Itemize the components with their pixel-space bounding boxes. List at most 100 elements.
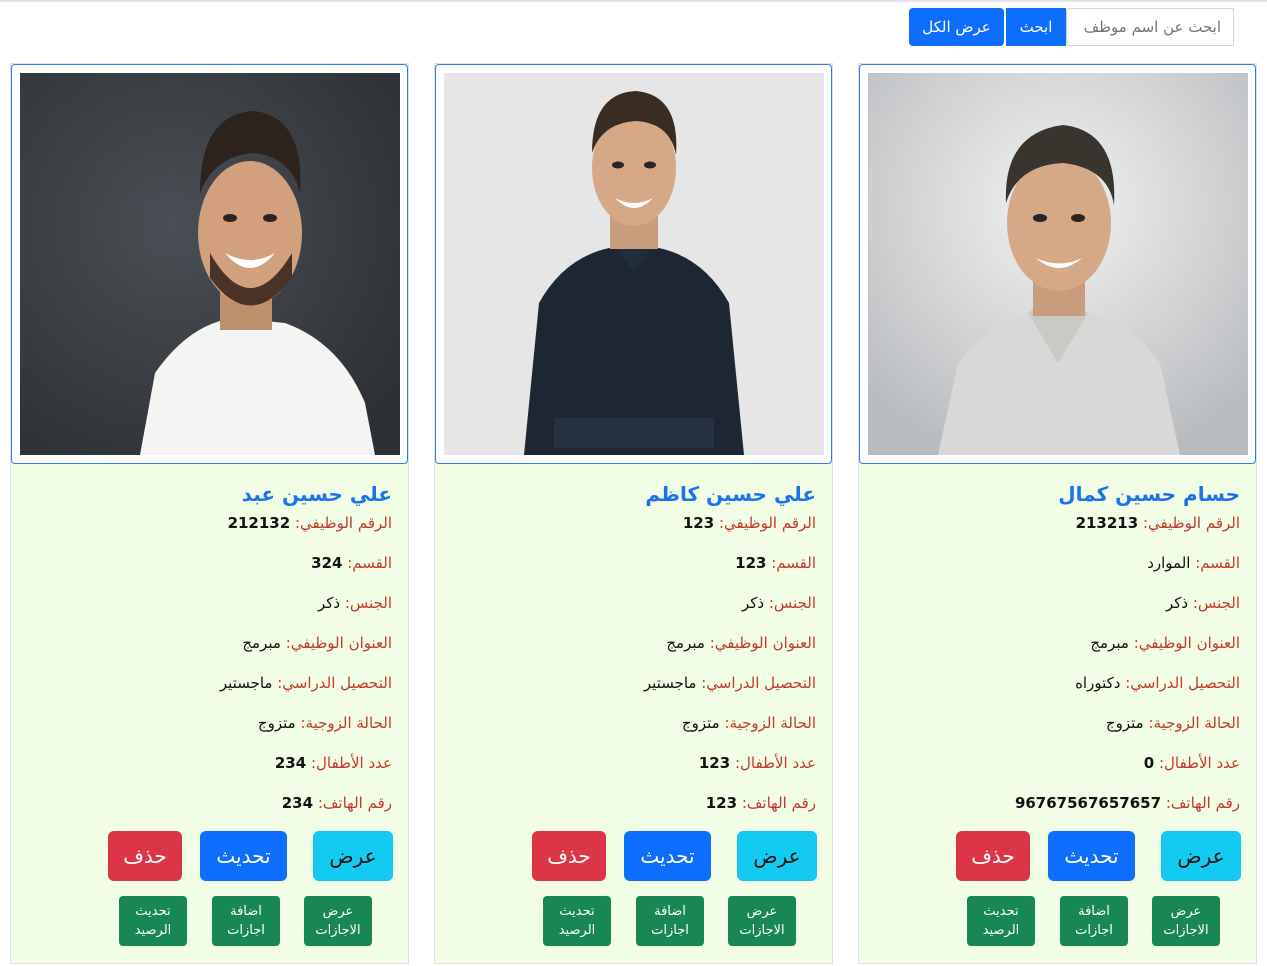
employee-dept: القسم: 123 [735, 554, 816, 572]
employee-children: عدد الأطفال: 123 [699, 754, 816, 772]
employee-id: الرقم الوظيفي: 212132 [228, 514, 392, 532]
photo-frame [11, 64, 408, 464]
label: الحالة الزوجية: [300, 714, 392, 732]
label: الرقم الوظيفي: [718, 514, 816, 532]
card-body: علي حسين عبد الرقم الوظيفي: 212132 القسم… [11, 464, 408, 964]
employee-card: حسام حسين كمال الرقم الوظيفي: 213213 الق… [858, 63, 1257, 964]
employee-title: العنوان الوظيفي: مبرمج [242, 634, 392, 652]
employee-photo [868, 73, 1248, 455]
view-leaves-button[interactable]: عرض الاجازات [304, 896, 372, 946]
label: الحالة الزوجية: [1148, 714, 1240, 732]
value: 212132 [227, 514, 291, 532]
employee-education: التحصيل الدراسي: ماجستير [220, 674, 392, 692]
label: رقم الهاتف: [317, 794, 392, 812]
label: العنوان الوظيفي: [285, 634, 392, 652]
value: 0 [1143, 754, 1155, 772]
label: التحصيل الدراسي: [701, 674, 816, 692]
label: الرقم الوظيفي: [1142, 514, 1240, 532]
value: 234 [274, 754, 307, 772]
label: الجنس: [344, 594, 392, 612]
employee-gender: الجنس: ذكر [742, 594, 816, 612]
value: الموارد [1147, 554, 1191, 572]
update-balance-button[interactable]: تحديث الرصيد [543, 896, 611, 946]
employee-children: عدد الأطفال: 234 [275, 754, 392, 772]
value: ذكر [317, 594, 341, 612]
employee-card: علي حسين كاظم الرقم الوظيفي: 123 القسم: … [434, 63, 833, 964]
value: مبرمج [1090, 634, 1129, 652]
label: رقم الهاتف: [1165, 794, 1240, 812]
employee-marital: الحالة الزوجية: متزوج [258, 714, 392, 732]
employee-id: الرقم الوظيفي: 123 [683, 514, 816, 532]
show-all-button[interactable]: عرض الكل [909, 8, 1004, 46]
value: ذكر [741, 594, 765, 612]
view-button[interactable]: عرض [737, 831, 817, 881]
value: مبرمج [666, 634, 705, 652]
value: 324 [311, 554, 343, 572]
employee-photo [444, 73, 824, 455]
label: التحصيل الدراسي: [277, 674, 392, 692]
label: الحالة الزوجية: [724, 714, 816, 732]
view-button[interactable]: عرض [1161, 831, 1241, 881]
employee-photo [20, 73, 400, 455]
value: 123 [682, 514, 715, 532]
label: القسم: [347, 554, 392, 572]
view-leaves-button[interactable]: عرض الاجازات [728, 896, 796, 946]
employee-dept: القسم: الموارد [1147, 554, 1240, 572]
delete-button[interactable]: حذف [532, 831, 606, 881]
view-button[interactable]: عرض [313, 831, 393, 881]
employee-children: عدد الأطفال: 0 [1144, 754, 1240, 772]
label: عدد الأطفال: [310, 754, 392, 772]
photo-frame [435, 64, 832, 464]
update-balance-button[interactable]: تحديث الرصيد [119, 896, 187, 946]
card-body: علي حسين كاظم الرقم الوظيفي: 123 القسم: … [435, 464, 832, 964]
search-input[interactable] [1066, 8, 1234, 46]
label: العنوان الوظيفي: [709, 634, 816, 652]
update-button[interactable]: تحديث [1048, 831, 1135, 881]
search-bar: ابحث عرض الكل [909, 8, 1234, 46]
label: القسم: [771, 554, 816, 572]
update-balance-button[interactable]: تحديث الرصيد [967, 896, 1035, 946]
label: العنوان الوظيفي: [1133, 634, 1240, 652]
card-body: حسام حسين كمال الرقم الوظيفي: 213213 الق… [859, 464, 1256, 964]
add-leaves-button[interactable]: اضافة اجازات [212, 896, 280, 946]
label: رقم الهاتف: [741, 794, 816, 812]
label: التحصيل الدراسي: [1125, 674, 1240, 692]
delete-button[interactable]: حذف [108, 831, 182, 881]
employee-title: العنوان الوظيفي: مبرمج [666, 634, 816, 652]
add-leaves-button[interactable]: اضافة اجازات [1060, 896, 1128, 946]
value: 96767567657657 [1014, 794, 1162, 812]
add-leaves-button[interactable]: اضافة اجازات [636, 896, 704, 946]
employee-name: حسام حسين كمال [1058, 482, 1240, 506]
photo-frame [859, 64, 1256, 464]
employee-name: علي حسين كاظم [645, 482, 816, 506]
value: مبرمج [242, 634, 281, 652]
employee-phone: رقم الهاتف: 96767567657657 [1015, 794, 1240, 812]
label: عدد الأطفال: [734, 754, 816, 772]
delete-button[interactable]: حذف [956, 831, 1030, 881]
value: متزوج [257, 714, 296, 732]
label: الجنس: [1192, 594, 1240, 612]
value: 213213 [1075, 514, 1139, 532]
value: 123 [705, 794, 738, 812]
employee-gender: الجنس: ذكر [318, 594, 392, 612]
value: 234 [281, 794, 314, 812]
update-button[interactable]: تحديث [200, 831, 287, 881]
value: متزوج [1105, 714, 1144, 732]
employee-id: الرقم الوظيفي: 213213 [1076, 514, 1240, 532]
employee-name: علي حسين عبد [241, 482, 392, 506]
employee-phone: رقم الهاتف: 234 [282, 794, 392, 812]
value: ذكر [1165, 594, 1189, 612]
employee-dept: القسم: 324 [311, 554, 392, 572]
value: ماجستير [643, 674, 697, 692]
employee-phone: رقم الهاتف: 123 [706, 794, 816, 812]
value: 123 [698, 754, 731, 772]
label: الرقم الوظيفي: [294, 514, 392, 532]
label: القسم: [1195, 554, 1240, 572]
employee-card: علي حسين عبد الرقم الوظيفي: 212132 القسم… [10, 63, 409, 964]
search-button[interactable]: ابحث [1006, 8, 1066, 46]
value: دكتوراه [1075, 674, 1121, 692]
value: ماجستير [219, 674, 273, 692]
update-button[interactable]: تحديث [624, 831, 711, 881]
value: متزوج [681, 714, 720, 732]
view-leaves-button[interactable]: عرض الاجازات [1152, 896, 1220, 946]
